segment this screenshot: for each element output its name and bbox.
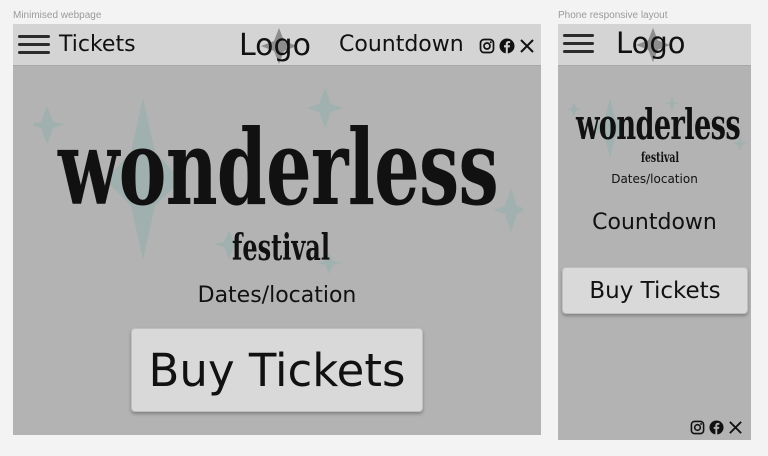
hamburger-menu-icon[interactable] xyxy=(563,34,594,53)
logo-text: Logo xyxy=(616,26,686,60)
facebook-icon[interactable] xyxy=(499,38,515,54)
desktop-header: Tickets Logo Countdown xyxy=(13,24,541,66)
x-icon[interactable] xyxy=(728,420,743,435)
wordmark-text: wonderless xyxy=(575,100,740,149)
desktop-frame: Tickets Logo Countdown wonderless festiv… xyxy=(13,24,541,435)
wonderless-wordmark: wonderless festival xyxy=(568,96,747,166)
instagram-icon[interactable] xyxy=(479,38,495,54)
logo[interactable]: Logo xyxy=(616,27,696,63)
instagram-icon[interactable] xyxy=(690,420,705,435)
logo[interactable]: Logo xyxy=(239,28,321,64)
wordmark-subtitle: festival xyxy=(232,227,330,269)
dates-location: Dates/location xyxy=(611,172,698,186)
social-links xyxy=(690,420,743,435)
wordmark-text: wonderless xyxy=(57,106,498,229)
buy-tickets-button[interactable]: Buy Tickets xyxy=(131,328,423,412)
mobile-frame: Logo wonderless festival Dates/location … xyxy=(558,24,751,440)
wonderless-wordmark: wonderless festival xyxy=(33,88,523,274)
mobile-header: Logo xyxy=(558,24,751,66)
buy-tickets-button[interactable]: Buy Tickets xyxy=(562,267,748,314)
frame-label-desktop: Minimised webpage xyxy=(13,10,102,21)
nav-countdown: Countdown xyxy=(339,32,464,57)
dates-location: Dates/location xyxy=(197,283,357,308)
facebook-icon[interactable] xyxy=(709,420,724,435)
nav-tickets-link[interactable]: Tickets xyxy=(59,34,136,56)
logo-text: Logo xyxy=(239,28,311,63)
hamburger-menu-icon[interactable] xyxy=(18,35,50,54)
x-icon[interactable] xyxy=(519,38,535,54)
countdown: Countdown xyxy=(592,210,717,235)
frame-label-mobile: Phone responsive layout xyxy=(558,10,668,21)
wordmark-subtitle: festival xyxy=(641,150,679,166)
social-links xyxy=(479,38,535,54)
